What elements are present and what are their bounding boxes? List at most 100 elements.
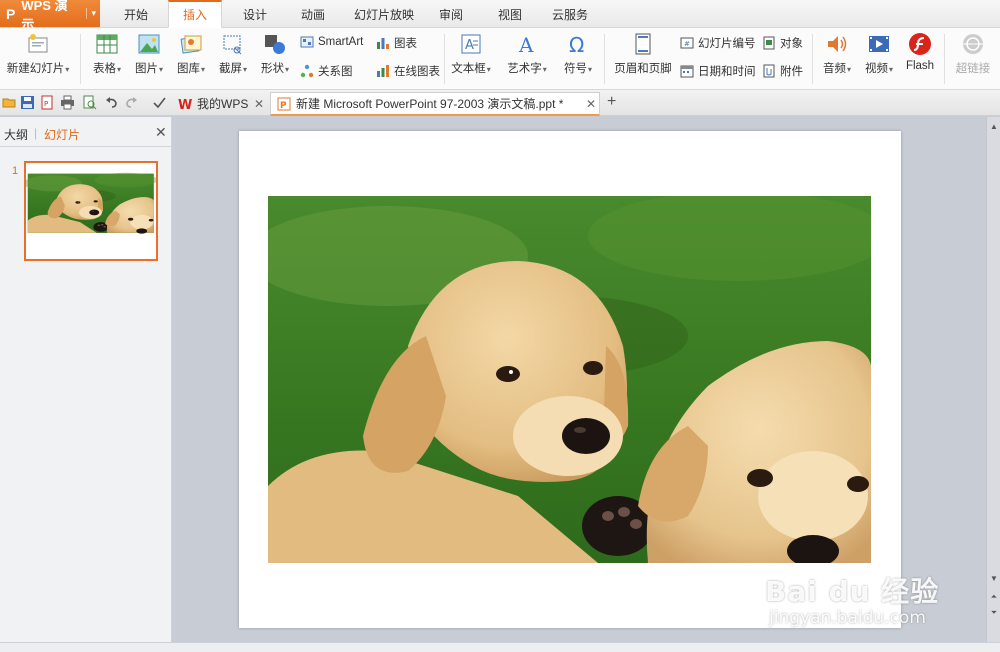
slide-number-button[interactable]: # 幻灯片编号 xyxy=(680,35,756,51)
svg-text:A: A xyxy=(465,38,474,53)
online-chart-button[interactable]: 在线图表 xyxy=(376,63,440,79)
export-icon[interactable]: P xyxy=(40,95,55,110)
picture-button[interactable]: 图片▾ xyxy=(130,32,168,76)
screenshot-label: 截屏 xyxy=(218,63,242,75)
baidu-watermark: Bai du 经验 jingyan.baidu.com xyxy=(765,570,955,630)
app-menu-button[interactable]: P WPS 演示 ▾ xyxy=(0,0,100,32)
ribbon-separator xyxy=(444,34,445,84)
textbox-button[interactable]: A 文本框▾ xyxy=(450,32,492,76)
screenshot-icon xyxy=(223,35,242,55)
vertical-scrollbar[interactable]: ▲ ▼ ⏶ ⏷ xyxy=(986,117,1000,652)
tab-my-wps-label: 我的WPS xyxy=(197,97,249,111)
wps-w-icon: W xyxy=(178,98,192,111)
tab-current-document-label: 新建 Microsoft PowerPoint 97-2003 演示文稿.ppt… xyxy=(296,96,564,111)
textbox-icon: A xyxy=(461,34,481,54)
undo-icon[interactable] xyxy=(104,95,119,110)
menu-bar: P WPS 演示 ▾ 开始 插入 设计 动画 幻灯片放映 审阅 视图 云服务 xyxy=(0,0,1000,32)
online-chart-icon xyxy=(377,65,389,77)
svg-text:W: W xyxy=(178,98,192,111)
ribbon-separator xyxy=(604,34,605,84)
previous-slide-icon[interactable]: ⏶ xyxy=(988,591,1000,603)
audio-label: 音频 xyxy=(822,63,846,75)
relation-button[interactable]: 关系图 xyxy=(300,63,353,79)
print-icon[interactable] xyxy=(60,95,75,110)
attachment-button[interactable]: 附件 xyxy=(762,63,803,79)
scroll-down-icon[interactable]: ▼ xyxy=(988,573,1000,585)
tab-design[interactable]: 设计 xyxy=(230,0,280,28)
online-chart-label: 在线图表 xyxy=(394,66,440,78)
tab-insert[interactable]: 插入 xyxy=(168,0,222,28)
audio-button[interactable]: 音频▾ xyxy=(818,32,856,76)
chart-button[interactable]: 图表 xyxy=(376,35,417,51)
picture-label: 图片 xyxy=(134,63,158,75)
tab-animation[interactable]: 动画 xyxy=(288,0,338,28)
svg-text:Ω: Ω xyxy=(569,33,584,56)
picture-icon xyxy=(138,34,160,54)
datetime-button[interactable]: 日期和时间 xyxy=(680,63,756,79)
smartart-label: SmartArt xyxy=(318,36,364,48)
slide[interactable] xyxy=(239,131,901,628)
header-footer-button[interactable]: 页眉和页脚 xyxy=(612,32,674,76)
chevron-down-icon[interactable]: ▾ xyxy=(86,8,96,19)
wordart-icon: A xyxy=(518,33,534,56)
textbox-label: 文本框 xyxy=(451,63,486,75)
slide-thumbnail[interactable] xyxy=(24,161,158,261)
gallery-icon xyxy=(180,35,202,54)
redo-icon[interactable] xyxy=(124,95,139,110)
wps-logo-icon: P xyxy=(6,5,16,22)
smartart-button[interactable]: SmartArt xyxy=(300,35,363,49)
tab-my-wps[interactable]: W 我的WPS ✕ xyxy=(172,92,268,116)
symbol-button[interactable]: Ω 符号▾ xyxy=(560,32,596,76)
slide-number-icon: # xyxy=(680,37,694,49)
new-slide-icon xyxy=(28,34,48,53)
puppies-image[interactable] xyxy=(268,196,871,563)
customize-toolbar-icon[interactable] xyxy=(152,95,167,110)
shapes-button[interactable]: 形状▾ xyxy=(256,32,294,76)
ribbon-separator xyxy=(944,34,945,84)
tab-outline[interactable]: 大纲 xyxy=(4,126,28,143)
panel-tab-divider: | xyxy=(34,126,38,140)
audio-icon xyxy=(828,36,847,52)
hyperlink-icon xyxy=(963,34,983,54)
attachment-label: 附件 xyxy=(780,66,803,78)
open-folder-icon[interactable] xyxy=(2,95,17,110)
tab-view[interactable]: 视图 xyxy=(485,0,535,28)
shapes-label: 形状 xyxy=(260,63,284,75)
tab-cloud[interactable]: 云服务 xyxy=(542,0,598,28)
close-icon[interactable]: ✕ xyxy=(586,93,596,115)
table-icon xyxy=(96,34,118,54)
gallery-button[interactable]: 图库▾ xyxy=(172,32,210,76)
tab-slides[interactable]: 幻灯片 xyxy=(44,126,80,143)
video-icon xyxy=(869,36,889,52)
watermark-url-text: jingyan.baidu.com xyxy=(769,608,926,628)
svg-text:#: # xyxy=(684,40,690,48)
tab-home[interactable]: 开始 xyxy=(110,0,162,28)
flash-button[interactable]: Flash xyxy=(902,32,938,72)
svg-text:P: P xyxy=(44,100,48,108)
video-button[interactable]: 视频▾ xyxy=(860,32,898,76)
object-button[interactable]: 对象 xyxy=(762,35,803,51)
tab-current-document[interactable]: P 新建 Microsoft PowerPoint 97-2003 演示文稿.p… xyxy=(270,92,600,116)
next-slide-icon[interactable]: ⏷ xyxy=(988,607,1000,619)
flash-label: Flash xyxy=(905,60,935,72)
tab-slideshow[interactable]: 幻灯片放映 xyxy=(345,0,423,28)
scroll-up-icon[interactable]: ▲ xyxy=(988,121,1000,133)
hyperlink-button[interactable]: 超链接 xyxy=(952,32,994,76)
tab-review[interactable]: 审阅 xyxy=(428,0,474,28)
close-icon[interactable]: ✕ xyxy=(254,93,264,115)
table-button[interactable]: 表格▾ xyxy=(88,32,126,76)
status-bar xyxy=(0,642,1000,652)
save-icon[interactable] xyxy=(20,95,35,110)
video-label: 视频 xyxy=(864,63,888,75)
puppies-thumbnail-image xyxy=(26,171,156,251)
screenshot-button[interactable]: 截屏▾ xyxy=(214,32,252,76)
new-tab-plus-icon[interactable]: + xyxy=(607,93,616,111)
new-slide-button[interactable]: 新建幻灯片▾ xyxy=(4,32,72,76)
wordart-button[interactable]: A 艺术字▾ xyxy=(504,32,550,76)
document-tab-bar: P W 我的WPS ✕ P 新建 Microsoft PowerPoint 97… xyxy=(0,90,1000,116)
print-preview-icon[interactable] xyxy=(82,95,97,110)
symbol-label: 符号 xyxy=(563,63,587,75)
ribbon-separator xyxy=(80,34,81,84)
relation-label: 关系图 xyxy=(318,66,353,78)
close-panel-icon[interactable]: ✕ xyxy=(155,124,167,141)
